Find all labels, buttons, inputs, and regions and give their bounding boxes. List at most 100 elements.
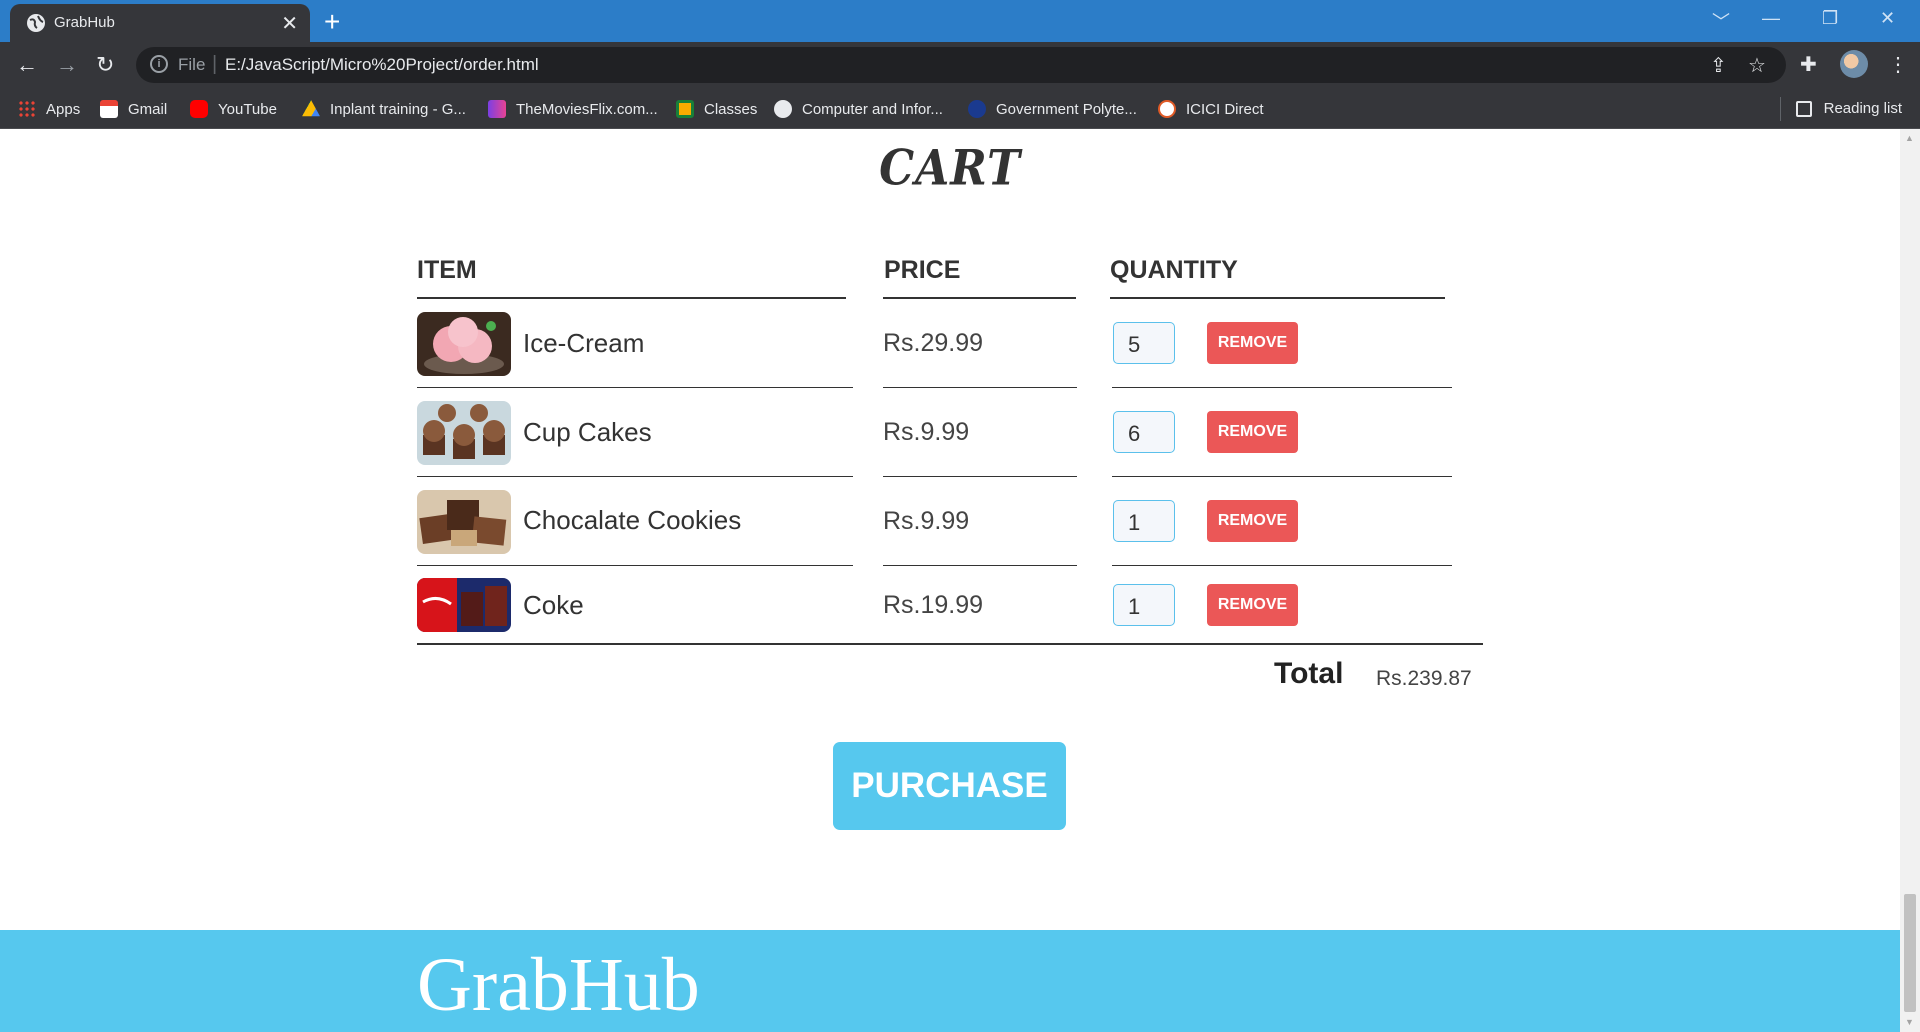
item-name: Chocalate Cookies — [523, 505, 742, 535]
row-divider — [417, 476, 853, 477]
bookmark-label: ICICI Direct — [1186, 100, 1264, 118]
bookmark-label: Apps — [46, 100, 81, 118]
row-divider — [417, 387, 853, 388]
footer-brand[interactable]: GrabHub — [417, 942, 700, 1029]
moviesflix-icon — [488, 100, 506, 118]
item-name: Ice-Cream — [523, 328, 645, 358]
bookmark-computer-info[interactable]: Computer and Infor... — [774, 100, 943, 118]
quantity-input[interactable]: 5 — [1113, 322, 1175, 364]
column-header-quantity: QUANTITY — [1110, 256, 1238, 284]
quantity-input[interactable]: 6 — [1113, 411, 1175, 453]
window-close-icon[interactable]: ✕ — [1880, 8, 1895, 29]
bookmark-label: TheMoviesFlix.com... — [516, 100, 658, 118]
address-bar[interactable]: i File | E:/JavaScript/Micro%20Project/o… — [136, 47, 1786, 83]
bookmark-label: Computer and Infor... — [802, 100, 943, 118]
coke-image — [417, 578, 511, 632]
column-header-item: ITEM — [417, 256, 477, 284]
bookmark-moviesflix[interactable]: TheMoviesFlix.com... — [488, 100, 658, 118]
purchase-button[interactable]: PURCHASE — [833, 742, 1066, 830]
address-separator: | — [212, 53, 218, 75]
menu-dots-icon[interactable]: ⋮ — [1888, 52, 1908, 77]
header-underline-item — [417, 297, 846, 299]
tab-close-icon[interactable]: ✕ — [281, 11, 298, 36]
scroll-down-icon[interactable]: ▼ — [1905, 1017, 1914, 1027]
extensions-icon[interactable]: ✚ — [1800, 52, 1817, 77]
quantity-input[interactable]: 1 — [1113, 500, 1175, 542]
reading-list-button[interactable]: Reading list — [1795, 100, 1902, 117]
item-name: Cup Cakes — [523, 417, 652, 447]
bookmark-inplant-training[interactable]: Inplant training - G... — [302, 100, 466, 118]
restore-icon[interactable]: ❐ — [1822, 8, 1838, 29]
address-url[interactable]: E:/JavaScript/Micro%20Project/order.html — [225, 55, 539, 75]
forward-icon[interactable]: → — [56, 52, 78, 78]
row-divider — [1112, 476, 1452, 477]
quantity-input[interactable]: 1 — [1113, 584, 1175, 626]
header-underline-price — [883, 297, 1076, 299]
bookmark-label: Classes — [704, 100, 758, 118]
scrollbar-thumb[interactable] — [1904, 894, 1916, 1012]
bookmark-icici-direct[interactable]: ICICI Direct — [1158, 100, 1264, 118]
share-icon[interactable]: ⇪ — [1710, 53, 1727, 78]
reading-list-label: Reading list — [1823, 100, 1902, 117]
total-divider — [417, 643, 1483, 645]
item-price: Rs.19.99 — [883, 591, 984, 619]
google-drive-icon — [302, 100, 320, 117]
ice-cream-image — [417, 312, 511, 376]
globe-icon — [774, 100, 792, 118]
page-scrollbar[interactable]: ▲ ▼ — [1900, 129, 1920, 1032]
remove-button[interactable]: REMOVE — [1207, 584, 1298, 626]
item-name: Coke — [523, 590, 584, 620]
remove-button[interactable]: REMOVE — [1207, 500, 1298, 542]
page-title: CART — [879, 140, 1021, 197]
browser-toolbar: ← → ↻ i File | E:/JavaScript/Micro%20Pro… — [0, 42, 1920, 89]
tab-title: GrabHub — [54, 14, 115, 31]
globe-icon — [27, 14, 45, 32]
row-divider — [1112, 565, 1452, 566]
new-tab-button[interactable]: + — [324, 6, 340, 38]
row-divider — [883, 565, 1077, 566]
tab-search-icon[interactable]: ﹀ — [1712, 8, 1730, 34]
bookmark-apps[interactable]: Apps — [18, 100, 80, 118]
header-underline-quantity — [1110, 297, 1445, 299]
cart-page: CART ITEM PRICE QUANTITY Ice-Cream Rs.29… — [0, 129, 1900, 1032]
item-price: Rs.29.99 — [883, 329, 984, 357]
bookmarks-divider — [1780, 97, 1781, 121]
google-classroom-icon — [676, 100, 694, 118]
scheme-label: File — [178, 55, 206, 74]
row-divider — [883, 476, 1077, 477]
reload-icon[interactable]: ↻ — [96, 52, 114, 78]
item-price: Rs.9.99 — [883, 507, 970, 535]
reading-list-icon — [1795, 100, 1812, 117]
profile-avatar[interactable] — [1840, 50, 1868, 78]
tab-strip: GrabHub ✕ + ﹀ — ❐ ✕ — [0, 0, 1920, 42]
bookmarks-bar: Apps Gmail YouTube Inplant training - G.… — [0, 89, 1920, 129]
remove-button[interactable]: REMOVE — [1207, 322, 1298, 364]
polytechnic-icon — [968, 100, 986, 118]
remove-button[interactable]: REMOVE — [1207, 411, 1298, 453]
youtube-icon — [190, 100, 208, 118]
back-icon[interactable]: ← — [16, 52, 38, 78]
row-divider — [417, 565, 853, 566]
bookmark-gmail[interactable]: Gmail — [100, 100, 167, 118]
cupcakes-image — [417, 401, 511, 465]
site-info-icon[interactable]: i — [150, 55, 168, 73]
total-label: Total — [1274, 657, 1344, 690]
bookmark-star-icon[interactable]: ☆ — [1748, 53, 1766, 78]
bookmark-label: Gmail — [128, 100, 168, 118]
scroll-up-icon[interactable]: ▲ — [1905, 133, 1914, 143]
bookmark-youtube[interactable]: YouTube — [190, 100, 277, 118]
bookmark-label: Government Polyte... — [996, 100, 1137, 118]
row-divider — [1112, 387, 1452, 388]
column-header-price: PRICE — [884, 256, 961, 284]
gmail-icon — [100, 100, 118, 118]
total-value: Rs.239.87 — [1376, 667, 1472, 690]
icici-icon — [1158, 100, 1176, 118]
bookmark-label: Inplant training - G... — [330, 100, 466, 118]
item-price: Rs.9.99 — [883, 418, 970, 446]
browser-tab[interactable]: GrabHub ✕ — [10, 4, 310, 42]
bookmark-government-polytechnic[interactable]: Government Polyte... — [968, 100, 1137, 118]
footer: GrabHub — [0, 930, 1900, 1032]
bookmark-classes[interactable]: Classes — [676, 100, 757, 118]
apps-grid-icon — [18, 100, 36, 118]
minimize-icon[interactable]: — — [1762, 8, 1780, 29]
